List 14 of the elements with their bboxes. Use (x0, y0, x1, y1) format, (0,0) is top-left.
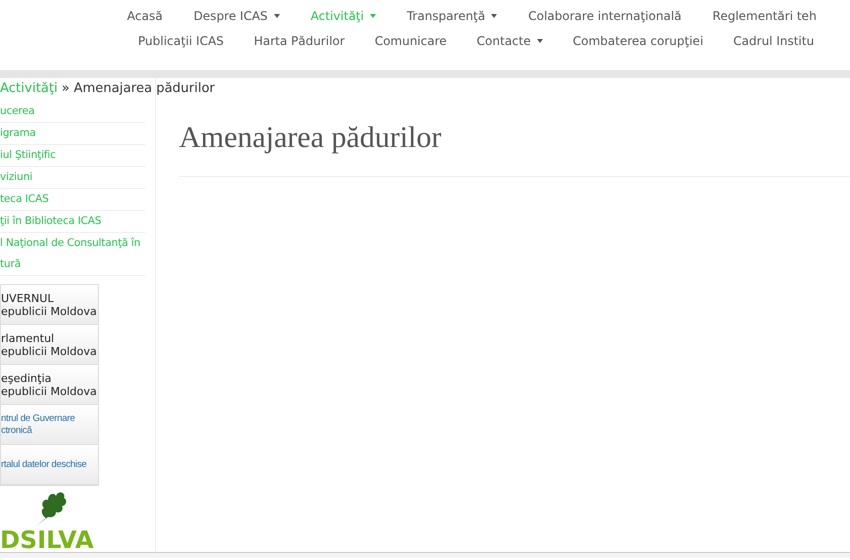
nav-link[interactable]: Combaterea corupţiei (572, 31, 704, 51)
logo-text: DSILVA (0, 528, 94, 552)
nav-link[interactable]: Acasă (127, 6, 163, 26)
nav-link[interactable]: Comunicare (374, 31, 447, 51)
nav-link[interactable]: Harta Pădurilor (254, 31, 345, 51)
nav-link[interactable]: Publicaţii ICAS (138, 31, 224, 51)
nav-link[interactable]: Transparenţă (406, 6, 498, 26)
breadcrumb-current: » Amenajarea pădurilor (62, 80, 215, 98)
page-title: Amenajarea pădurilor (179, 120, 442, 156)
nav-link[interactable]: Colaborare internaţională (528, 6, 682, 26)
nav-link[interactable]: Contacte (476, 31, 543, 51)
nav-link[interactable]: Reglementări teh (712, 6, 817, 26)
nav-link[interactable]: Despre ICAS (194, 6, 280, 26)
nav-link[interactable]: Cadrul Institu (733, 31, 814, 51)
